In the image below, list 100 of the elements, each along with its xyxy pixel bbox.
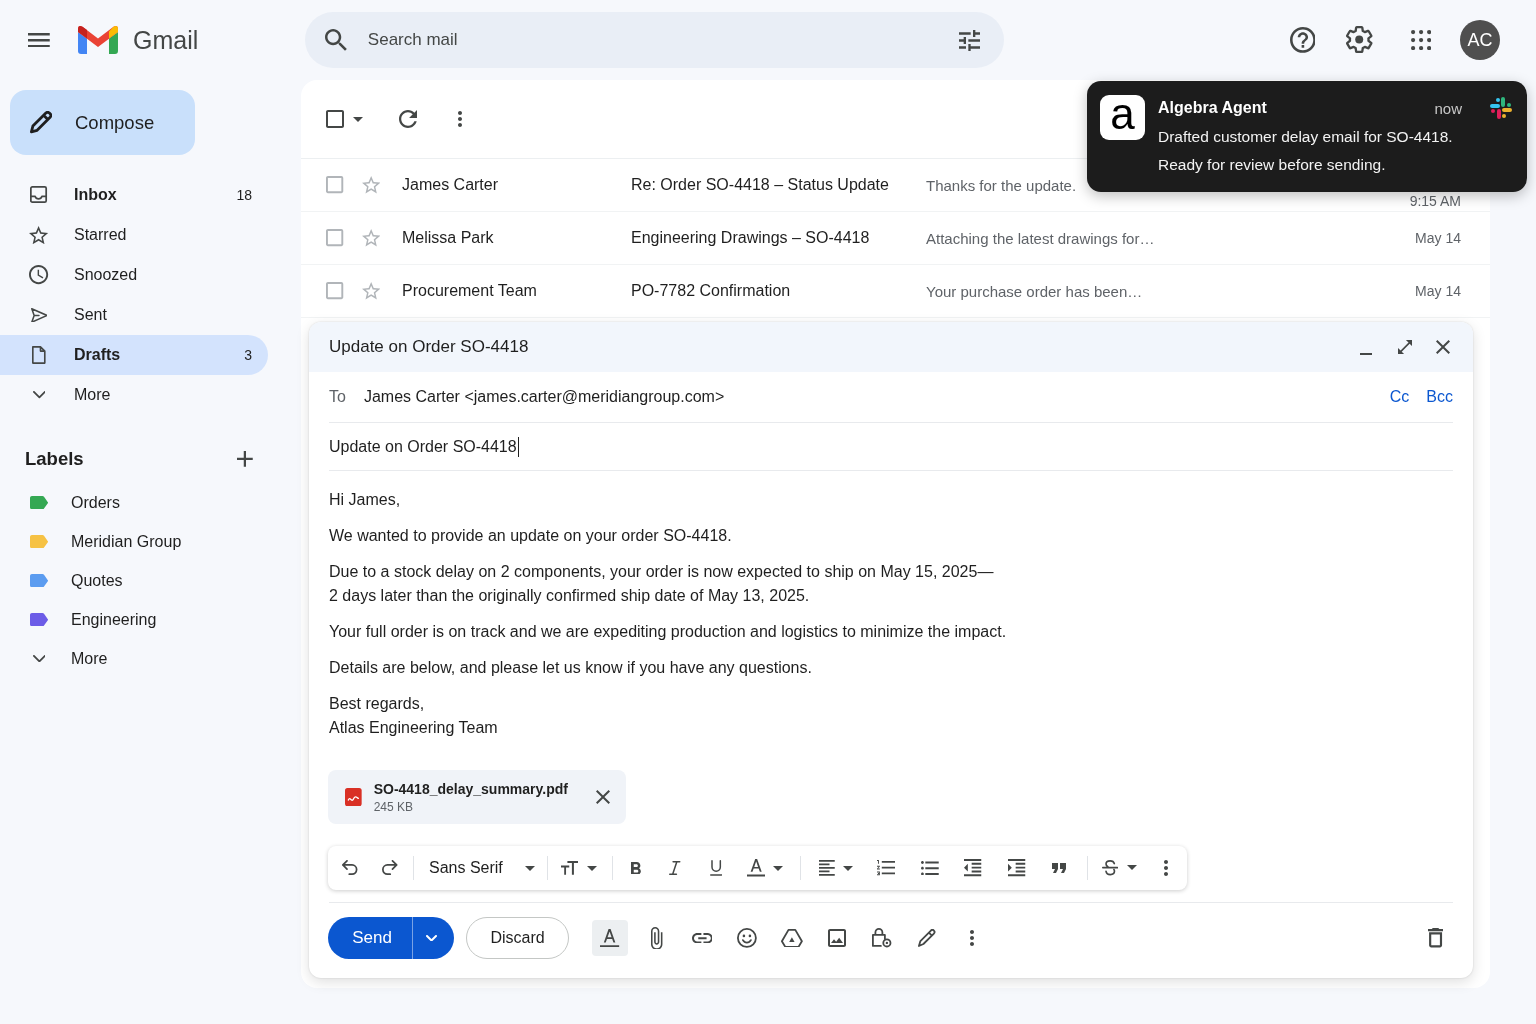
close-icon[interactable] [1436, 340, 1450, 354]
attachment-size: 245 KB [373, 799, 414, 814]
chevron-down-icon [426, 934, 437, 942]
notification-text: Drafted customer delay email for SO-4418. [1158, 127, 1453, 147]
avatar[interactable]: AC [1460, 20, 1500, 60]
bulleted-list-icon[interactable] [921, 860, 939, 876]
quote-icon[interactable] [1052, 863, 1066, 873]
strikethrough-icon[interactable] [1102, 860, 1119, 876]
body-paragraph: Due to a stock delay on 2 components, your order is now expected to ship on May 15, 2025— 2 days later than the originally confirmed ship date of May 13, 2025. [329, 562, 995, 606]
text-size-icon[interactable] [561, 861, 579, 875]
text-color-icon[interactable] [747, 859, 766, 877]
product-name: Gmail [133, 25, 199, 55]
settings-icon[interactable] [1346, 26, 1373, 54]
caret-down-icon[interactable] [773, 865, 784, 871]
label-item[interactable]: Meridian Group [0, 522, 268, 561]
link-icon[interactable] [691, 932, 713, 944]
document-icon [345, 787, 362, 807]
notification-card[interactable]: a Algebra Agent now Drafted customer delay email for SO-4418. Ready for review before sending. [1087, 81, 1527, 192]
more-icon[interactable] [458, 111, 462, 127]
more-icon[interactable] [1164, 860, 1168, 876]
hexagon-icon[interactable] [781, 928, 803, 948]
label-item[interactable]: Quotes [0, 561, 268, 600]
recipient-field[interactable]: James Carter <james.carter@meridiangroup.com> [363, 388, 1390, 406]
minimize-icon[interactable] [1359, 353, 1372, 355]
compose-button[interactable]: Compose [10, 90, 195, 155]
body-paragraph: Details are below, and please let us know if you have any questions. [329, 658, 813, 678]
snippet-text: Thanks for the update. [926, 176, 1077, 194]
attachment-chip[interactable]: SO-4418_delay_summary.pdf 245 KB [328, 770, 626, 824]
align-icon[interactable] [819, 860, 835, 876]
more-toggle[interactable]: More [0, 639, 268, 678]
checkbox-icon[interactable] [326, 176, 344, 194]
sidebar-item[interactable]: Sent [0, 295, 268, 335]
subject-text: PO-7782 Confirmation [631, 282, 791, 299]
time-text: 9:15 AM [1409, 193, 1461, 209]
labels-heading: Labels [25, 448, 84, 470]
notification-time: now [1434, 99, 1462, 117]
redo-icon[interactable] [382, 860, 398, 876]
bcc-link[interactable]: Bcc [1426, 388, 1453, 406]
numbered-list-icon[interactable] [876, 860, 896, 876]
caret-down-icon[interactable] [842, 865, 853, 871]
plus-icon[interactable] [237, 451, 253, 467]
sidebar-item[interactable]: Inbox 18 [0, 175, 268, 215]
more-toggle[interactable]: More [0, 375, 268, 415]
time-text: May 14 [1415, 230, 1461, 246]
pen-icon[interactable] [918, 929, 936, 947]
send-options-button[interactable] [412, 917, 454, 959]
time-text: May 14 [1415, 283, 1461, 299]
close-icon[interactable] [596, 790, 610, 804]
star-icon[interactable] [361, 229, 381, 247]
body-paragraph: Your full order is on track and we are expediting production and logistics to minimize the impact. [329, 622, 1008, 642]
expand-icon[interactable] [1397, 339, 1412, 355]
caret-down-icon[interactable] [587, 865, 598, 871]
font-dropdown[interactable]: Sans Serif [418, 850, 540, 886]
search-icon[interactable] [325, 29, 347, 51]
star-icon[interactable] [361, 282, 381, 300]
menu-icon[interactable] [28, 32, 50, 48]
trash-icon[interactable] [1427, 928, 1443, 948]
refresh-icon[interactable] [399, 110, 417, 128]
caret-down-icon[interactable] [353, 116, 363, 122]
sidebar-item[interactable]: Starred [0, 215, 268, 255]
dots-grid-icon[interactable] [1410, 29, 1431, 51]
undo-icon[interactable] [342, 860, 358, 876]
help-icon[interactable] [1289, 27, 1316, 53]
checkbox-icon[interactable] [326, 229, 344, 247]
to-label: To [329, 388, 346, 406]
lock-clock-icon[interactable] [872, 928, 892, 948]
sender-name: Procurement Team [402, 282, 537, 299]
label-item[interactable]: Orders [0, 483, 268, 522]
subject-field[interactable]: Update on Order SO-4418 [329, 423, 1453, 471]
discard-button[interactable]: Discard [466, 917, 569, 959]
caret-down-icon[interactable] [1127, 865, 1138, 871]
sidebar-item[interactable]: Drafts 3 [0, 335, 268, 375]
bold-icon[interactable] [631, 861, 641, 875]
snippet-text: Your purchase order has been… [926, 282, 1143, 300]
body-paragraph: Best regards, Atlas Engineering Team [329, 694, 499, 738]
sliders-icon[interactable] [959, 29, 980, 51]
checkbox-icon[interactable] [326, 110, 344, 128]
formatting-button[interactable] [592, 920, 628, 956]
star-icon[interactable] [361, 176, 381, 194]
paper-plane-icon [30, 307, 48, 323]
checkbox-icon[interactable] [326, 282, 344, 300]
sidebar-item[interactable]: Snoozed [0, 255, 268, 295]
body-paragraph: Hi James, [329, 490, 402, 510]
snippet-text: Attaching the latest drawings for… [926, 229, 1155, 247]
file-icon [32, 346, 46, 364]
cc-link[interactable]: Cc [1389, 388, 1410, 406]
paperclip-icon[interactable] [651, 926, 663, 950]
send-button[interactable]: Send [328, 917, 412, 959]
pencil-icon [29, 111, 53, 134]
italic-icon[interactable] [669, 861, 681, 875]
more-icon[interactable] [970, 930, 974, 946]
image-icon[interactable] [828, 929, 846, 947]
search-bar[interactable]: Search mail [305, 12, 1004, 68]
smiley-icon[interactable] [737, 928, 757, 948]
indent-less-icon[interactable] [964, 859, 982, 877]
notification-title: Algebra Agent [1158, 99, 1267, 117]
label-item[interactable]: Engineering [0, 600, 268, 639]
underline-icon[interactable] [709, 860, 723, 876]
indent-more-icon[interactable] [1008, 859, 1026, 877]
search-field[interactable]: Search mail [367, 25, 947, 55]
